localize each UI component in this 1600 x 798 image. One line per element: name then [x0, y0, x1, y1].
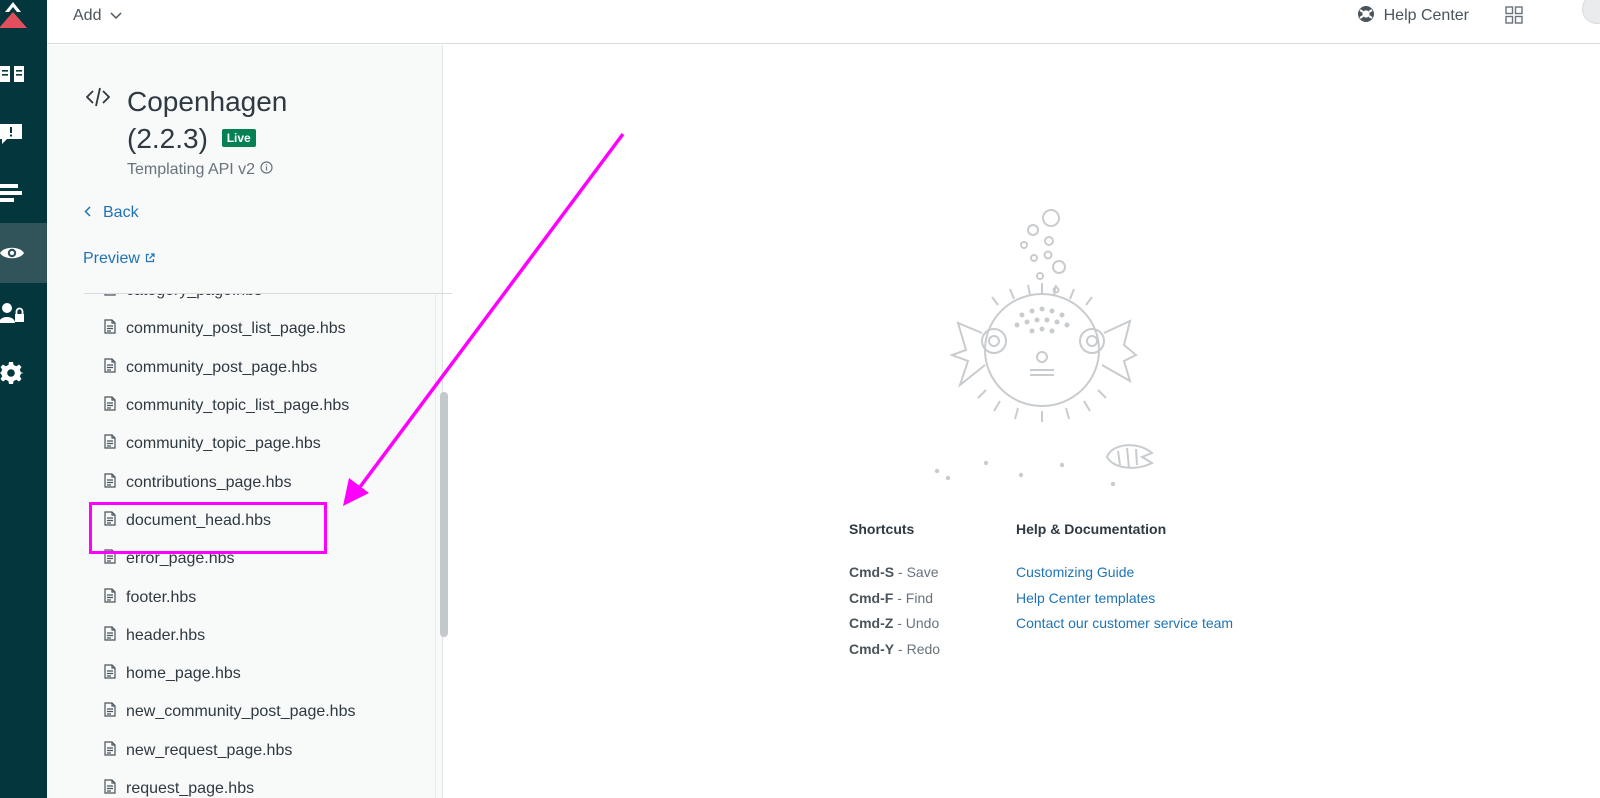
file-name: community_post_list_page.hbs — [126, 320, 346, 338]
file-name: new_request_page.hbs — [126, 741, 293, 759]
add-button[interactable]: Add — [73, 5, 122, 27]
file-name: new_community_post_page.hbs — [126, 703, 356, 721]
document-icon — [104, 396, 116, 416]
document-icon — [104, 549, 116, 569]
file-item[interactable]: community_topic_page.hbs — [84, 425, 429, 463]
preview-label: Preview — [83, 250, 140, 267]
theme-name-line2: (2.2.3) — [127, 123, 208, 154]
document-icon — [104, 702, 116, 722]
theme-title: Copenhagen (2.2.3) Live — [127, 83, 367, 157]
help-center-templates-link[interactable]: Help Center templates — [1016, 586, 1233, 612]
file-name: header.hbs — [126, 626, 206, 644]
zendesk-logo[interactable] — [0, 0, 47, 34]
shortcut-key: Cmd-Y — [849, 640, 895, 657]
lifebuoy-icon — [1357, 5, 1375, 28]
document-icon — [104, 294, 116, 301]
pufferfish-illustration — [934, 209, 1155, 487]
file-item[interactable]: new_request_page.hbs — [84, 732, 429, 770]
file-item[interactable]: new_community_post_page.hbs — [84, 693, 429, 731]
help-docs-title: Help & Documentation — [1016, 521, 1167, 537]
shortcut-key: Cmd-Z — [849, 615, 894, 631]
theme-files-panel: Copenhagen (2.2.3) Live Templating API v… — [47, 45, 452, 798]
info-icon[interactable] — [260, 161, 273, 179]
document-icon — [104, 473, 116, 493]
document-icon — [104, 511, 116, 531]
avatar[interactable] — [1582, 0, 1600, 24]
scrollbar[interactable] — [435, 294, 452, 798]
shortcut-key: Cmd-F — [849, 589, 894, 606]
status-badge: Live — [221, 129, 256, 147]
document-icon — [104, 779, 116, 798]
file-item[interactable]: document_head.hbs — [84, 502, 429, 540]
file-name: category_page.hbs — [126, 294, 262, 300]
api-version-label: Templating API v2 — [127, 161, 256, 178]
shortcut-action: Find — [905, 589, 934, 606]
file-item[interactable]: error_page.hbs — [84, 540, 429, 578]
file-list-container: category_page.hbs community_post_list_pag… — [84, 293, 452, 798]
file-item[interactable]: community_topic_list_page.hbs — [84, 387, 429, 425]
scrollbar-thumb[interactable] — [440, 392, 448, 637]
file-name: home_page.hbs — [126, 665, 241, 683]
add-label: Add — [73, 7, 102, 24]
file-item[interactable]: request_page.hbs — [84, 770, 429, 798]
document-icon — [104, 664, 116, 684]
file-item[interactable]: category_page.hbs — [84, 294, 429, 310]
help-center-link[interactable]: Help Center — [1357, 5, 1469, 27]
apps-grid-icon[interactable] — [1505, 6, 1523, 29]
file-item[interactable]: community_post_page.hbs — [84, 349, 429, 387]
guide-icon[interactable] — [0, 44, 47, 104]
document-icon — [104, 434, 116, 454]
file-name: request_page.hbs — [126, 780, 255, 797]
back-link[interactable]: Back — [84, 204, 139, 222]
shortcut-row: Cmd-Y - Redo — [849, 640, 941, 657]
shortcuts-section: Shortcuts Cmd-S - Save Cmd-F - Find Cmd-… — [849, 521, 940, 662]
gear-icon[interactable] — [0, 343, 47, 403]
contact-support-link[interactable]: Contact our customer service team — [1016, 611, 1233, 637]
arrange-icon[interactable] — [0, 163, 47, 223]
preview-link[interactable]: Preview — [83, 250, 155, 268]
document-icon — [104, 587, 116, 608]
external-link-icon — [145, 250, 155, 268]
user-lock-icon[interactable] — [0, 283, 47, 343]
shortcut-action: Redo — [906, 640, 941, 657]
file-list: category_page.hbs community_post_list_pag… — [84, 294, 429, 798]
file-name: community_topic_list_page.hbs — [126, 397, 350, 415]
feedback-icon[interactable] — [0, 104, 47, 164]
help-docs-section: Help & Documentation Customizing Guide H… — [1016, 521, 1233, 637]
top-bar: Add Help Center — [47, 0, 1600, 44]
help-center-label: Help Center — [1383, 7, 1469, 24]
shortcut-row: Cmd-S - Save — [849, 564, 939, 580]
code-icon — [85, 87, 111, 112]
chevron-left-icon — [84, 204, 91, 222]
api-version: Templating API v2 — [127, 161, 273, 179]
file-name: document_head.hbs — [126, 511, 271, 529]
back-label: Back — [103, 204, 139, 221]
theme-name-line1: Copenhagen — [127, 86, 288, 117]
document-icon — [104, 626, 116, 646]
file-item[interactable]: community_post_list_page.hbs — [84, 310, 429, 348]
file-name: error_page.hbs — [126, 550, 235, 568]
file-item[interactable]: header.hbs — [84, 617, 429, 655]
file-item[interactable]: footer.hbs — [84, 578, 429, 616]
customizing-guide-link[interactable]: Customizing Guide — [1016, 560, 1233, 586]
shortcut-key: Cmd-S — [849, 564, 895, 580]
file-name: community_post_page.hbs — [126, 358, 318, 376]
product-nav-rail — [0, 0, 47, 798]
shortcut-action: Undo — [905, 615, 940, 631]
shortcut-row: Cmd-Z - Undo — [849, 615, 940, 631]
file-name: contributions_page.hbs — [126, 473, 292, 491]
file-item[interactable]: contributions_page.hbs — [84, 463, 429, 501]
file-name: footer.hbs — [126, 588, 197, 606]
document-icon — [104, 741, 116, 761]
chevron-down-icon — [110, 7, 122, 25]
shortcut-row: Cmd-F - Find — [849, 589, 934, 606]
shortcut-action: Save — [906, 564, 939, 580]
file-name: community_topic_page.hbs — [126, 435, 321, 453]
file-item[interactable]: home_page.hbs — [84, 655, 429, 693]
eye-icon[interactable] — [0, 223, 47, 283]
shortcuts-title: Shortcuts — [849, 521, 915, 537]
document-icon — [104, 358, 116, 378]
document-icon — [104, 319, 116, 339]
